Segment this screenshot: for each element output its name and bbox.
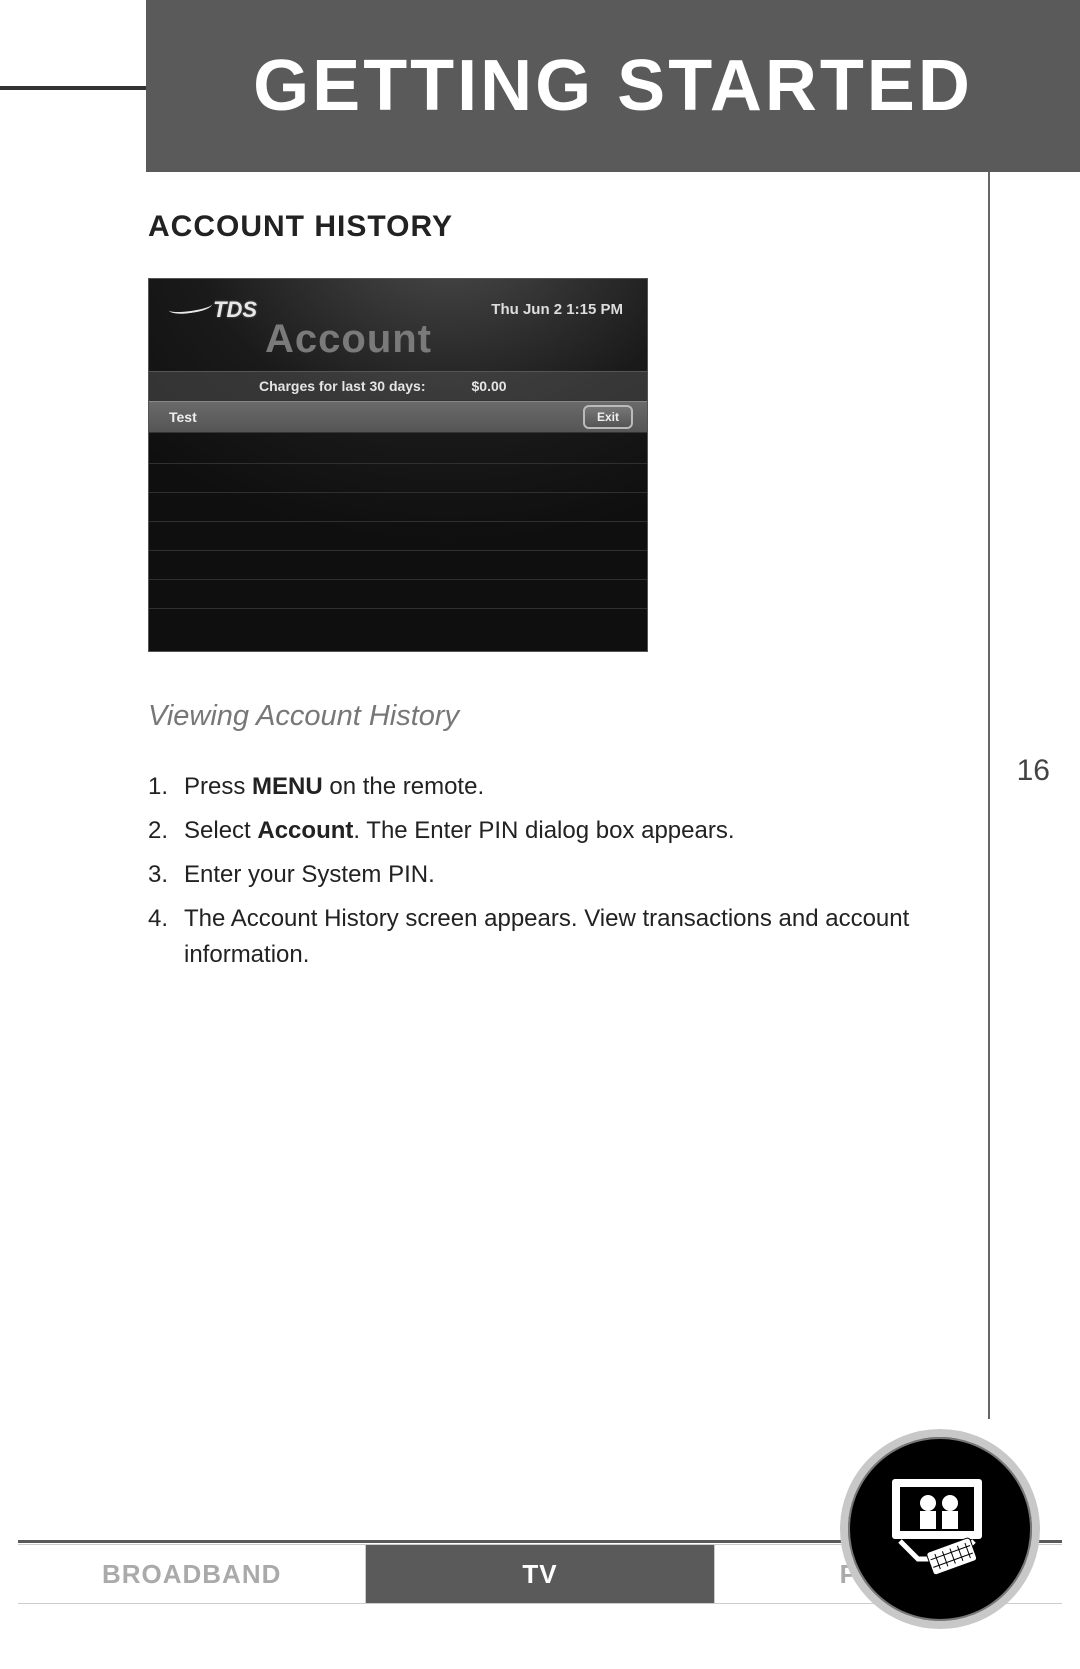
step-2: Select Account. The Enter PIN dialog box… — [148, 813, 960, 849]
screenshot-row1-label: Test — [169, 409, 197, 425]
tds-logo: TDS — [169, 297, 257, 323]
tds-logo-text: TDS — [213, 297, 257, 322]
tv-people-remote-icon — [840, 1429, 1040, 1629]
footer-tab-tv: TV — [365, 1545, 713, 1603]
screenshot-charges-amount: $0.00 — [472, 378, 507, 394]
screenshot-charges-bar: Charges for last 30 days: $0.00 — [149, 371, 647, 401]
screenshot-title: Account — [265, 317, 432, 362]
step-4: The Account History screen appears. View… — [148, 901, 960, 973]
section-heading: ACCOUNT HISTORY — [148, 210, 960, 244]
screenshot-row-test: Test Exit — [149, 401, 647, 433]
footer-tab-broadband: BROADBAND — [18, 1545, 365, 1603]
header-band: GETTING STARTED — [146, 0, 1080, 172]
screenshot-account-history: TDS Thu Jun 2 1:15 PM Account Charges fo… — [148, 278, 648, 652]
screenshot-datetime: Thu Jun 2 1:15 PM — [491, 301, 623, 318]
step-1: Press MENU on the remote. — [148, 769, 960, 805]
step-3: Enter your System PIN. — [148, 857, 960, 893]
subheading: Viewing Account History — [148, 700, 960, 733]
screenshot-exit-button: Exit — [583, 405, 633, 429]
screenshot-charges-label: Charges for last 30 days: — [259, 378, 426, 394]
screenshot-empty-rows — [149, 435, 647, 637]
content-area: ACCOUNT HISTORY TDS Thu Jun 2 1:15 PM Ac… — [148, 210, 960, 981]
page-title: GETTING STARTED — [253, 45, 973, 127]
header-side-rule — [0, 86, 146, 90]
steps-list: Press MENU on the remote. Select Account… — [148, 769, 960, 973]
vertical-divider — [988, 172, 990, 1419]
page-number: 16 — [1017, 754, 1050, 788]
